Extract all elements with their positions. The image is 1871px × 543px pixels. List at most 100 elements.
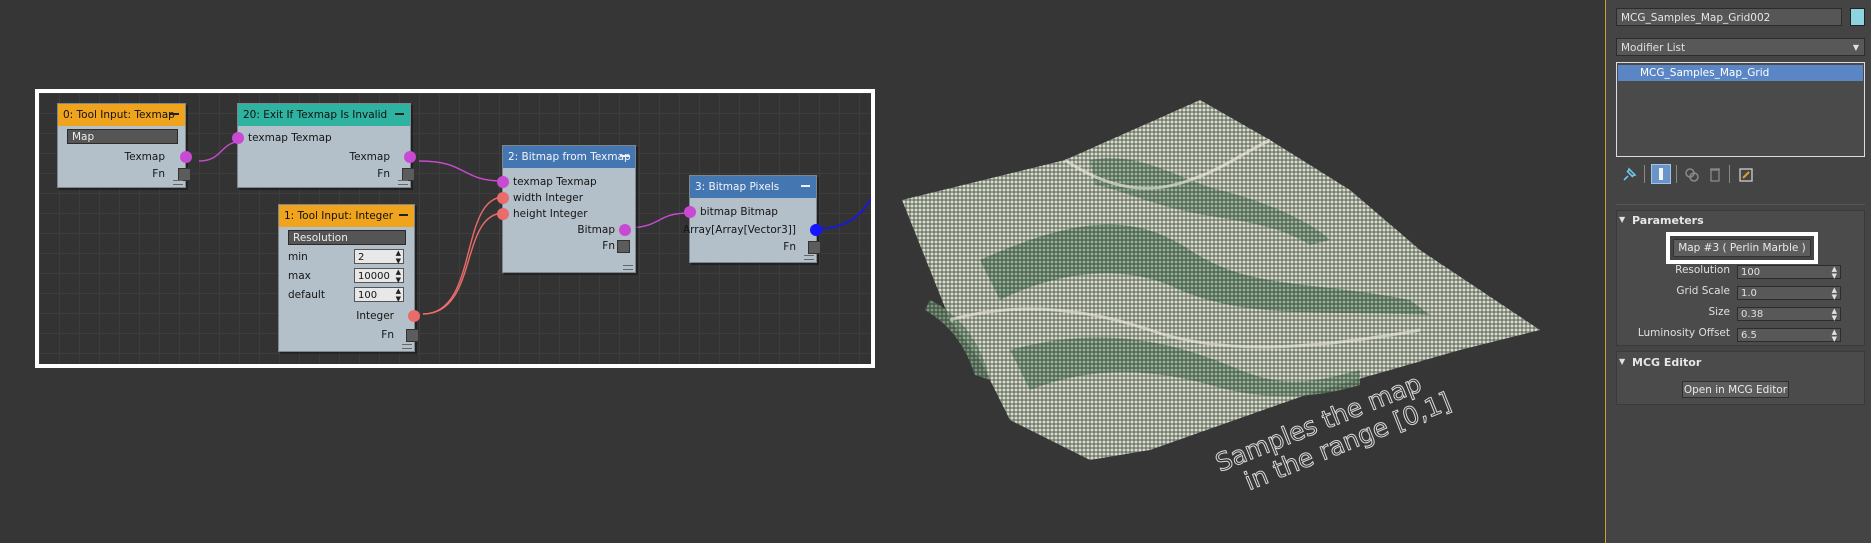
modifier-stack[interactable]: MCG_Samples_Map_Grid: [1616, 62, 1865, 157]
output-label: Array[Array[Vector3]]: [682, 224, 796, 236]
node-header[interactable]: 20: Exit If Texmap Is Invalid: [238, 104, 410, 126]
resize-grip-icon[interactable]: [398, 180, 408, 185]
collapse-icon[interactable]: [170, 113, 179, 115]
min-spinner[interactable]: 2 ▲ ▼: [354, 249, 404, 265]
spinner-arrows-icon[interactable]: ▲ ▼: [1832, 266, 1837, 280]
resize-grip-icon[interactable]: [804, 255, 814, 260]
fn-port[interactable]: [406, 329, 419, 342]
chevron-down-icon: ▼: [1852, 43, 1859, 52]
node-bitmap-from-texmap[interactable]: 2: Bitmap from Texmap texmap Texmap widt…: [497, 145, 636, 273]
node-header[interactable]: 2: Bitmap from Texmap: [503, 146, 635, 168]
node-title: 2: Bitmap from Texmap: [508, 151, 631, 163]
wire-integer-to-width: [422, 196, 505, 315]
min-value: 2: [358, 252, 365, 263]
grid-scale-label: Grid Scale: [1676, 285, 1730, 297]
object-color-swatch[interactable]: [1850, 8, 1865, 26]
input-port-texmap[interactable]: [497, 176, 509, 188]
default-spinner[interactable]: 100 ▲ ▼: [354, 287, 404, 303]
grid-scale-spinner[interactable]: 1.0 ▲ ▼: [1737, 286, 1841, 301]
pin-stack-icon[interactable]: [1619, 165, 1639, 185]
parameter-name-field[interactable]: Map: [67, 129, 178, 144]
resize-grip-icon[interactable]: [173, 180, 183, 185]
node-header[interactable]: 1: Tool Input: Integer: [279, 205, 414, 227]
max-value: 10000: [358, 271, 390, 282]
modifier-list-label: Modifier List: [1621, 42, 1686, 54]
output-label: Texmap: [349, 151, 390, 163]
node-exit-if-texmap-invalid[interactable]: 20: Exit If Texmap Is Invalid texmap Tex…: [232, 103, 416, 188]
collapse-icon[interactable]: [399, 214, 408, 216]
node-tool-input-texmap[interactable]: 0: Tool Input: Texmap Map Texmap Fn: [57, 103, 192, 188]
input-label: texmap Texmap: [513, 176, 597, 188]
configure-modifier-sets-icon[interactable]: [1736, 165, 1756, 185]
modifier-list-dropdown[interactable]: Modifier List ▼: [1616, 38, 1865, 56]
wire-integer-to-height: [422, 212, 505, 315]
toolbar-divider: [1676, 165, 1677, 183]
parameters-rollout-title[interactable]: Parameters: [1632, 214, 1704, 227]
fn-label: Fn: [602, 240, 615, 252]
fn-port[interactable]: [617, 240, 630, 253]
max-label: max: [288, 270, 311, 282]
resolution-value: 100: [1741, 267, 1761, 278]
max-spinner[interactable]: 10000 ▲ ▼: [354, 268, 404, 284]
output-port-texmap[interactable]: [404, 151, 416, 163]
input-label: width Integer: [513, 192, 584, 204]
output-port-array[interactable]: [810, 224, 822, 236]
min-label: min: [288, 251, 308, 263]
node-tool-input-integer[interactable]: 1: Tool Input: Integer Resolution min 2 …: [278, 204, 420, 352]
rollout-collapse-icon[interactable]: ▼: [1619, 215, 1625, 224]
spinner-arrows-icon[interactable]: ▲ ▼: [1832, 287, 1837, 301]
toolbar-divider: [1644, 165, 1645, 183]
input-port-texmap[interactable]: [232, 132, 244, 144]
resolution-label: Resolution: [1675, 264, 1730, 276]
mcg-node-graph[interactable]: 0: Tool Input: Texmap Map Texmap Fn 20: …: [35, 89, 875, 368]
collapse-icon[interactable]: [620, 155, 629, 157]
resize-grip-icon[interactable]: [402, 344, 412, 349]
input-label: height Integer: [513, 208, 588, 220]
mcg-editor-rollout-title[interactable]: MCG Editor: [1632, 356, 1701, 369]
fn-label: Fn: [152, 168, 165, 180]
output-label: Texmap: [124, 151, 165, 163]
spinner-arrows-icon[interactable]: ▲ ▼: [1832, 308, 1837, 322]
spinner-arrows-icon[interactable]: ▲ ▼: [1832, 329, 1837, 343]
wire-exit-to-bitmap: [418, 160, 505, 182]
fn-port[interactable]: [808, 241, 821, 254]
rollout-collapse-icon[interactable]: ▼: [1619, 357, 1625, 366]
open-in-mcg-editor-button[interactable]: Open in MCG Editor: [1682, 381, 1789, 398]
node-header[interactable]: 0: Tool Input: Texmap: [58, 104, 185, 126]
collapse-icon[interactable]: [801, 185, 810, 187]
output-port-texmap[interactable]: [180, 151, 192, 163]
output-port-integer[interactable]: [408, 310, 420, 322]
output-label: Integer: [356, 310, 394, 322]
show-end-result-icon[interactable]: [1651, 164, 1671, 184]
spinner-arrows-icon[interactable]: ▲ ▼: [396, 249, 401, 265]
collapse-icon[interactable]: [395, 113, 404, 115]
size-label: Size: [1708, 306, 1730, 318]
node-bitmap-pixels[interactable]: 3: Bitmap Pixels bitmap Bitmap Array[Arr…: [683, 175, 822, 263]
resolution-spinner[interactable]: 100 ▲ ▼: [1737, 265, 1841, 280]
input-port-bitmap[interactable]: [684, 206, 696, 218]
object-name-field[interactable]: MCG_Samples_Map_Grid002: [1616, 8, 1842, 26]
rollout-divider: [1616, 204, 1865, 205]
input-label: bitmap Bitmap: [700, 206, 778, 218]
node-header[interactable]: 3: Bitmap Pixels: [690, 176, 816, 198]
fn-label: Fn: [381, 329, 394, 341]
output-port-bitmap[interactable]: [619, 224, 631, 236]
spinner-arrows-icon[interactable]: ▲ ▼: [396, 268, 401, 284]
input-label: texmap Texmap: [248, 132, 332, 144]
make-unique-icon[interactable]: [1682, 165, 1702, 185]
parameter-name-field[interactable]: Resolution: [288, 230, 406, 245]
wire-array-out: [814, 196, 871, 230]
stack-item-mcg-samples-map-grid[interactable]: MCG_Samples_Map_Grid: [1618, 65, 1863, 81]
spinner-arrows-icon[interactable]: ▲ ▼: [396, 287, 401, 303]
input-port-height[interactable]: [497, 208, 509, 220]
map-button[interactable]: Map #3 ( Perlin Marble ): [1673, 239, 1811, 257]
size-spinner[interactable]: 0.38 ▲ ▼: [1737, 307, 1841, 322]
viewport-terrain-render: Samples the map in the range [0,1]: [902, 100, 1540, 497]
remove-modifier-icon[interactable]: [1705, 165, 1725, 185]
default-label: default: [288, 289, 325, 301]
luminosity-offset-spinner[interactable]: 6.5 ▲ ▼: [1737, 328, 1841, 343]
resize-grip-icon[interactable]: [623, 265, 633, 270]
fn-label: Fn: [783, 241, 796, 253]
input-port-width[interactable]: [497, 192, 509, 204]
default-value: 100: [358, 290, 378, 301]
